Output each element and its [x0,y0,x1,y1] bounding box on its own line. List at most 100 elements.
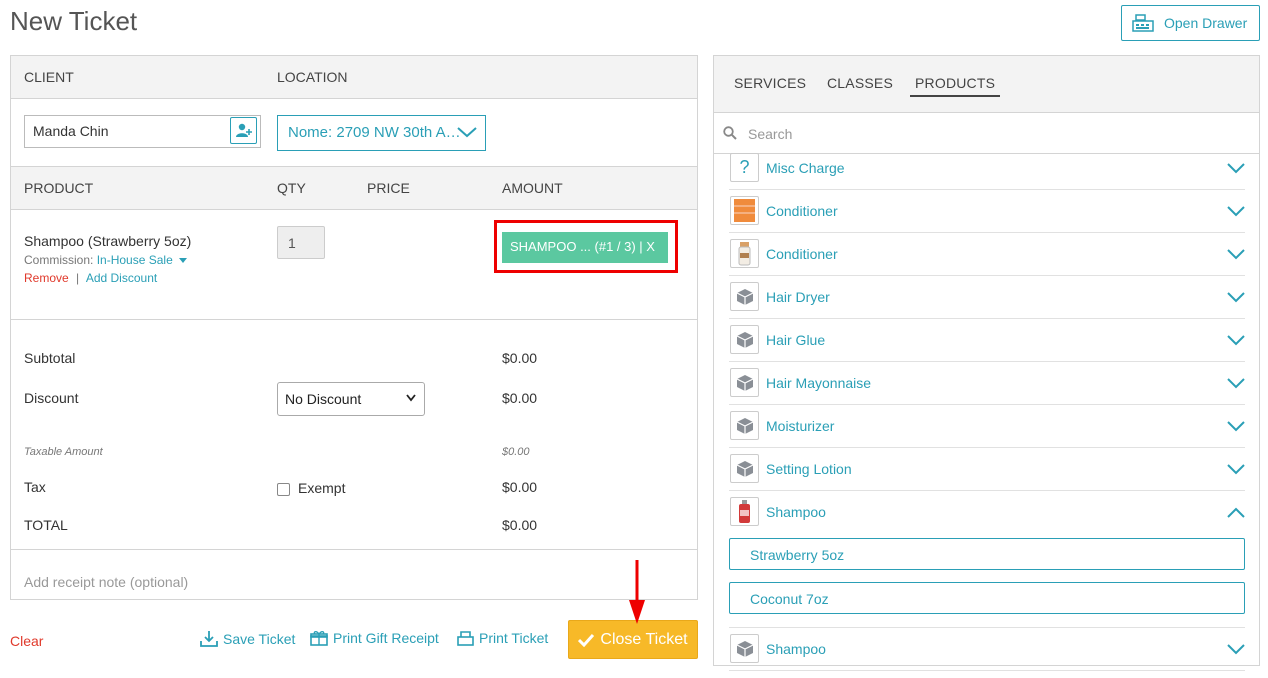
divider [11,319,697,320]
location-value: Nome: 2709 NW 30th A… [288,124,461,141]
chevron-down-icon[interactable] [1227,290,1245,308]
product-item[interactable]: Setting Lotion [729,448,1245,491]
receipt-note-input[interactable]: Add receipt note (optional) [24,574,188,590]
chevron-down-icon[interactable] [1227,462,1245,480]
product-header-row: PRODUCT QTY PRICE AMOUNT [11,166,697,210]
product-item-name: Setting Lotion [766,461,852,477]
product-item[interactable]: Hair Mayonnaise [729,362,1245,405]
tax-label: Tax [24,479,46,495]
product-item[interactable]: Hair Glue [729,319,1245,362]
discount-label: Discount [24,390,79,406]
product-item-name: Shampoo [766,641,826,657]
client-header-row: CLIENT LOCATION [11,56,697,99]
cash-register-icon [1132,14,1154,32]
print-ticket-label: Print Ticket [479,630,549,646]
search-placeholder: Search [748,126,793,142]
link-separator: | [76,271,80,285]
save-ticket-button[interactable]: Save Ticket [200,630,295,647]
variant-button[interactable]: Strawberry 5oz [729,538,1245,570]
chevron-down-icon[interactable] [1227,247,1245,265]
print-ticket-button[interactable]: Print Ticket [457,630,548,646]
taxable-label: Taxable Amount [24,446,103,458]
product-item-name: Misc Charge [766,160,845,176]
product-thumbnail [730,239,759,268]
line-item-links: Remove | Add Discount [24,271,157,285]
product-item[interactable]: Conditioner [729,233,1245,276]
exempt-label: Exempt [298,480,346,496]
tax-value: $0.00 [502,479,538,495]
line-item-name: Shampoo (Strawberry 5oz) [24,233,192,249]
catalog-tabs: SERVICES CLASSES PRODUCTS [714,56,1259,113]
client-field[interactable]: Manda Chin [24,115,261,148]
product-item-name: Hair Glue [766,332,826,348]
subtotal-label: Subtotal [24,350,76,366]
chevron-down-icon[interactable] [1227,419,1245,437]
discount-select-value: No Discount [285,391,362,407]
chevron-down-icon[interactable] [1227,376,1245,394]
client-header: CLIENT [24,69,74,85]
product-item[interactable]: Shampoo [729,491,1245,534]
taxable-value: $0.00 [502,446,530,458]
tab-classes[interactable]: CLASSES [827,75,893,91]
box-icon [730,282,759,311]
chevron-up-icon[interactable] [1227,505,1245,523]
box-icon [730,634,759,663]
location-select[interactable]: Nome: 2709 NW 30th A… [277,115,486,151]
product-item-name: Hair Dryer [766,289,830,305]
add-client-button[interactable] [230,117,257,144]
product-item-name: Moisturizer [766,418,835,434]
ticket-panel: CLIENT LOCATION Manda Chin Nome: 2709 NW… [10,55,698,600]
chevron-down-icon[interactable] [1227,161,1245,179]
commission-select[interactable]: In-House Sale [97,253,187,267]
product-thumbnail [730,497,759,526]
amount-header: AMOUNT [502,180,563,196]
tab-services[interactable]: SERVICES [734,75,806,91]
product-item-name: Shampoo [766,504,826,520]
product-item[interactable]: Shampoo [729,628,1245,671]
save-ticket-label: Save Ticket [223,630,296,647]
commission-info: Commission: In-House Sale [24,253,187,267]
clear-button[interactable]: Clear [10,633,43,649]
subtotal-value: $0.00 [502,350,538,366]
print-gift-receipt-label: Print Gift Receipt [333,630,439,646]
box-icon [730,411,759,440]
question-icon: ? [730,153,759,182]
product-item[interactable]: Moisturizer [729,405,1245,448]
chevron-down-icon[interactable] [1227,642,1245,660]
item-tag-button[interactable]: SHAMPOO ... (#1 / 3) | X [502,232,668,263]
add-discount-link[interactable]: Add Discount [86,271,157,285]
product-item-name: Conditioner [766,246,838,262]
tab-products[interactable]: PRODUCTS [910,75,1001,97]
box-icon [730,368,759,397]
search-icon [723,126,737,140]
exempt-checkbox[interactable] [277,483,290,496]
qty-input[interactable]: 1 [277,226,325,259]
discount-value: $0.00 [502,390,538,406]
product-item[interactable]: Hair Dryer [729,276,1245,319]
variant-button[interactable]: Coconut 7oz [729,582,1245,614]
qty-header: QTY [277,180,306,196]
total-value: $0.00 [502,517,538,533]
price-header: PRICE [367,180,410,196]
commission-label: Commission: [24,253,94,267]
product-item[interactable]: ? Misc Charge [729,147,1245,190]
open-drawer-label: Open Drawer [1164,15,1248,31]
arrow-annotation-icon [629,560,645,624]
print-gift-receipt-button[interactable]: Print Gift Receipt [310,630,439,646]
checkmark-icon [578,633,595,647]
total-label: TOTAL [24,517,68,533]
product-header: PRODUCT [24,180,94,196]
chevron-down-icon[interactable] [1227,333,1245,351]
commission-value: In-House Sale [96,253,173,267]
open-drawer-button[interactable]: Open Drawer [1121,5,1260,41]
divider [11,549,697,550]
product-item-name: Conditioner [766,203,838,219]
product-item[interactable]: Conditioner [729,190,1245,233]
close-ticket-label: Close Ticket [600,630,688,648]
chevron-down-icon[interactable] [1227,204,1245,222]
download-icon [200,631,218,647]
page-title: New Ticket [10,6,138,36]
box-icon [730,454,759,483]
remove-link[interactable]: Remove [24,271,69,285]
discount-select[interactable]: No Discount [277,382,425,416]
